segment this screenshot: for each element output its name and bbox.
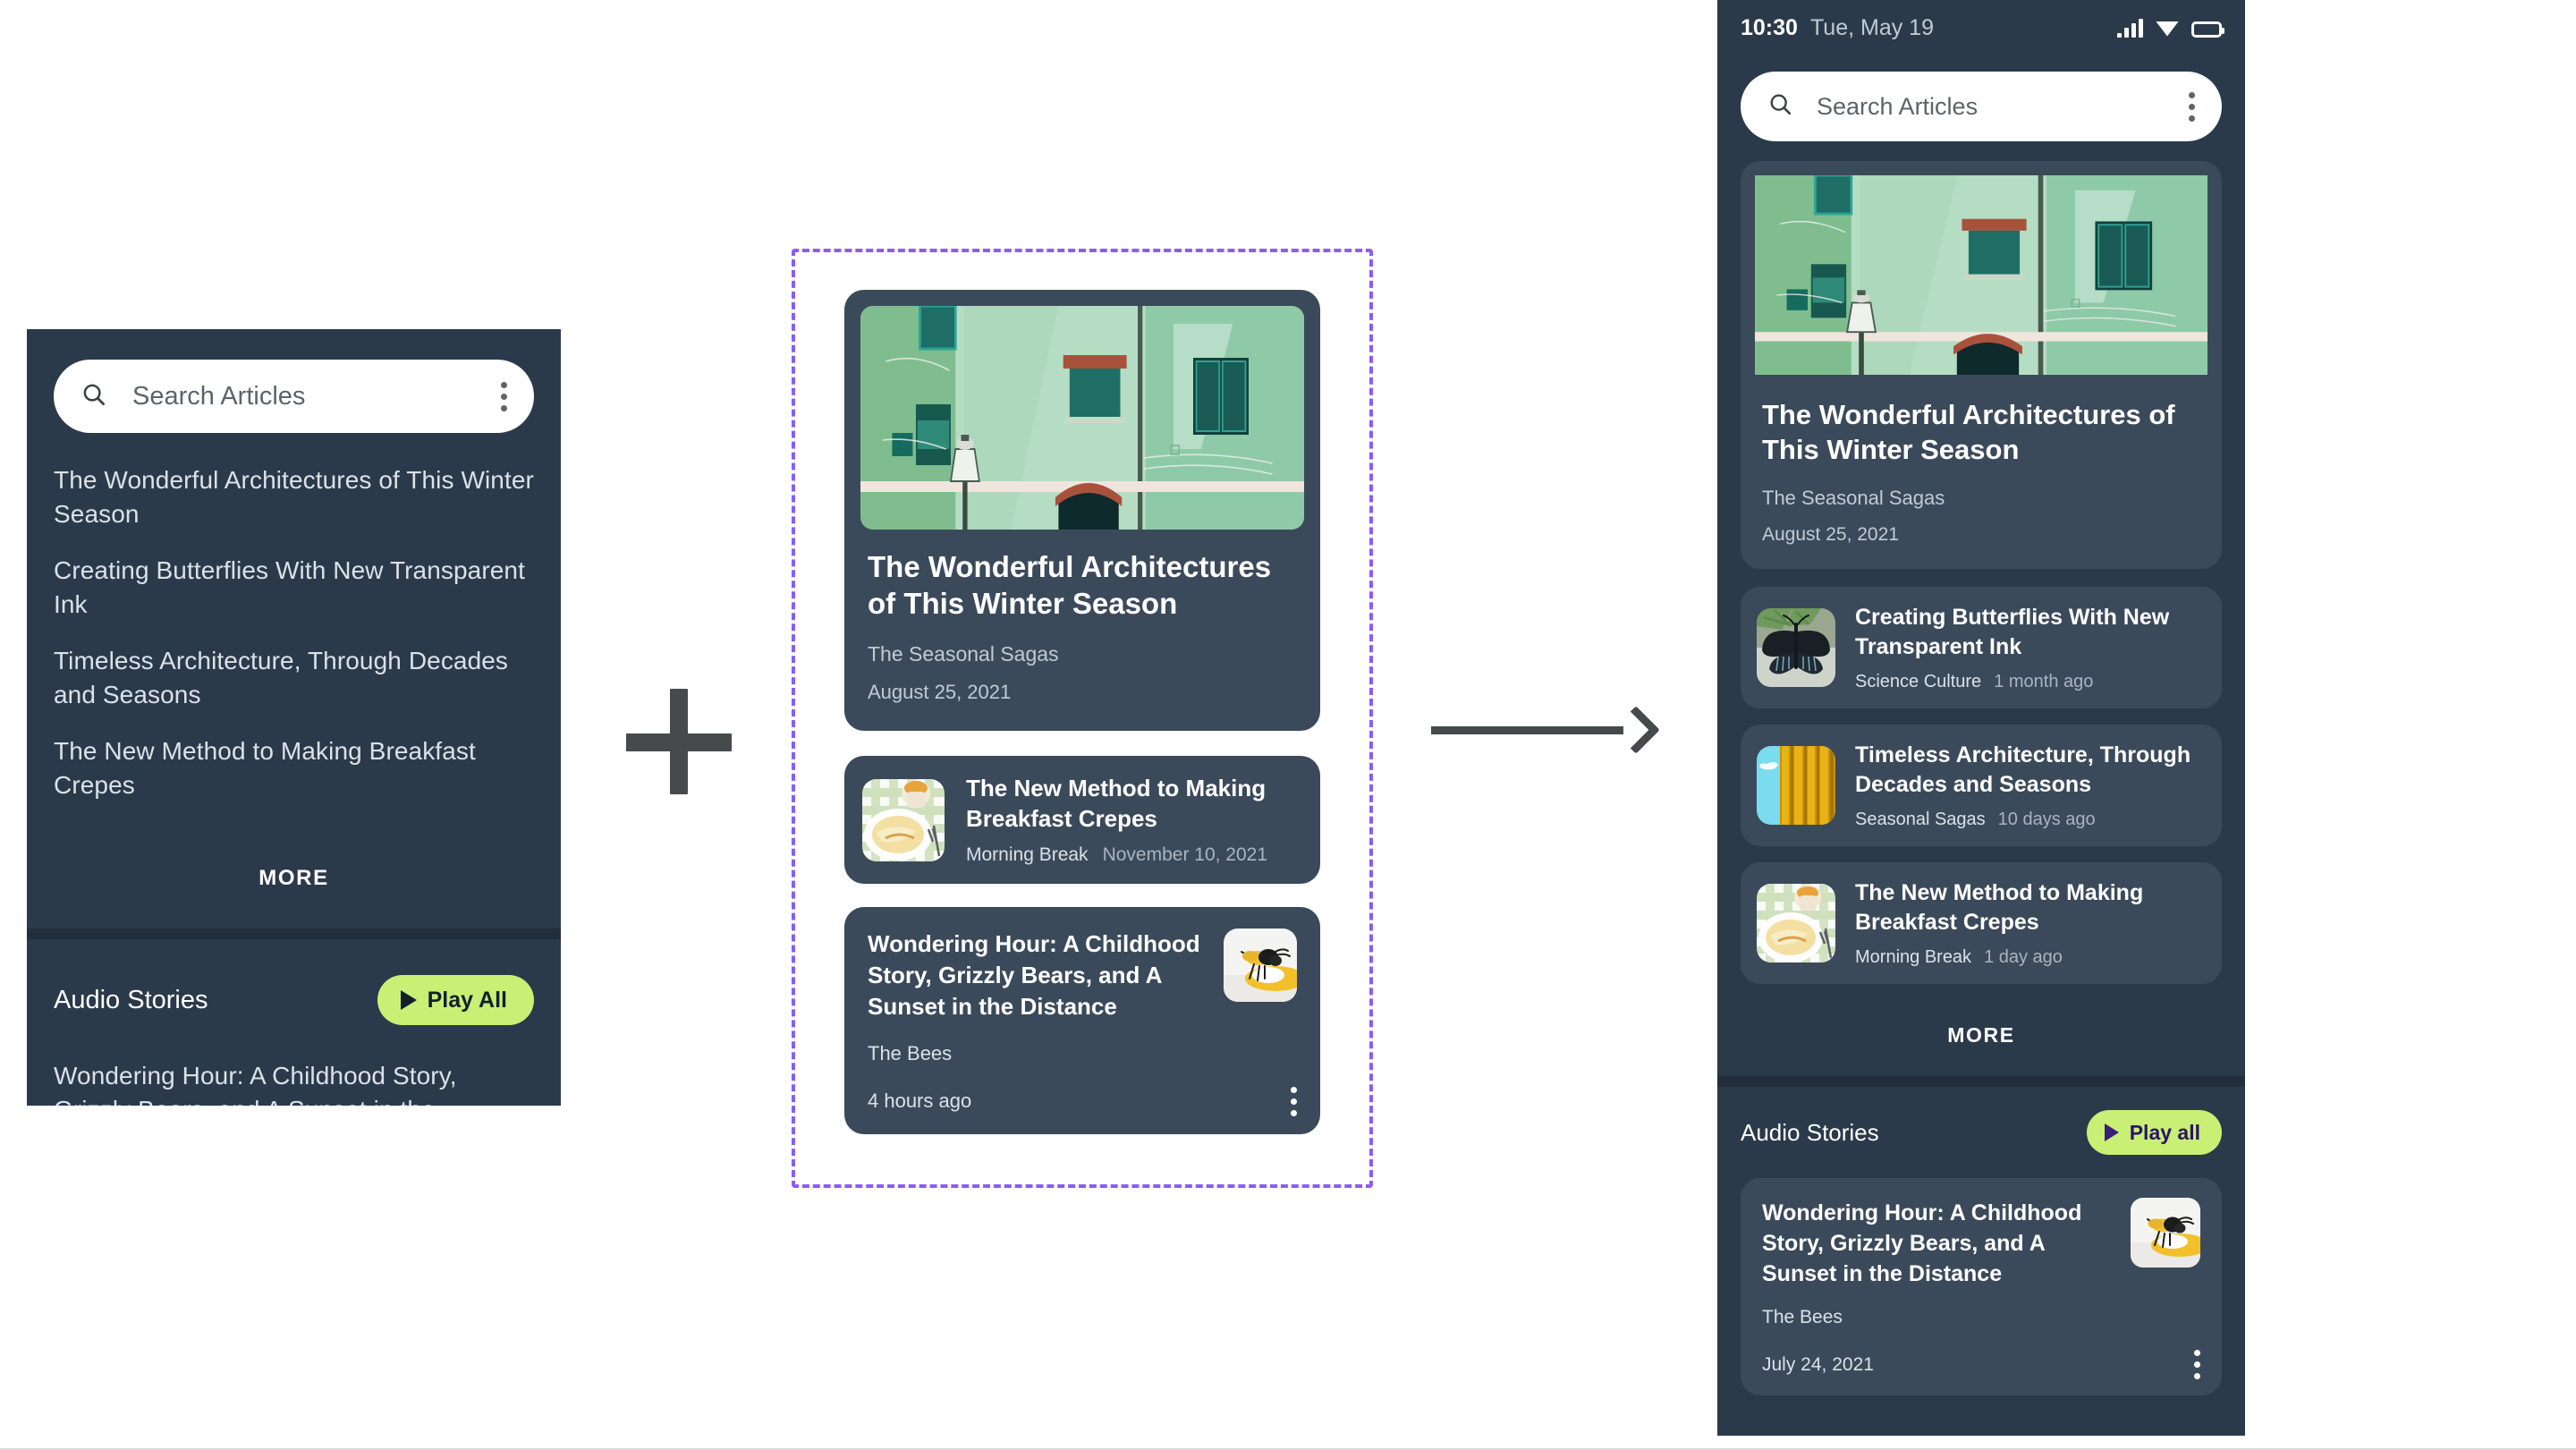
article-date: November 10, 2021 bbox=[1102, 844, 1268, 866]
hero-article-card[interactable]: The Wonderful Architectures of This Wint… bbox=[1741, 161, 2222, 570]
hero-date: August 25, 2021 bbox=[868, 680, 1012, 703]
article-title: The New Method to Making Breakfast Crepe… bbox=[966, 774, 1267, 832]
list-item[interactable]: The Wonderful Architectures of This Wint… bbox=[54, 463, 534, 530]
status-bar: 10:30 Tue, May 19 bbox=[1717, 0, 2245, 55]
search-bar[interactable]: Search Articles bbox=[1741, 72, 2222, 141]
more-button[interactable]: MORE bbox=[27, 843, 561, 929]
golden-columns-photo bbox=[1757, 746, 1835, 826]
list-item-date: 1 day ago bbox=[1984, 947, 2063, 968]
audio-date: July 24, 2021 bbox=[1762, 1353, 1874, 1375]
green-building-facade-photo bbox=[1755, 174, 2207, 378]
list-item-date: 10 days ago bbox=[1997, 810, 2096, 830]
audio-stories-title: Audio Stories bbox=[1741, 1118, 1879, 1146]
audio-stories-section: Audio Stories Play all Wondering Hour: A… bbox=[1717, 1087, 2245, 1396]
section-divider bbox=[27, 929, 561, 940]
wasp-photo bbox=[2131, 1198, 2200, 1268]
comparison-diagram: Search Articles The Wonderful Architectu… bbox=[0, 0, 2576, 1450]
list-item-date: 1 month ago bbox=[1994, 672, 2094, 692]
left-compact-panel: Search Articles The Wonderful Architectu… bbox=[27, 329, 561, 1106]
hero-title: The Wonderful Architectures of This Wint… bbox=[868, 550, 1272, 620]
phone-mockup: 10:30 Tue, May 19 Search Articles The Wo… bbox=[1717, 0, 2245, 1436]
search-input-placeholder[interactable]: Search Articles bbox=[1817, 93, 2189, 121]
list-item[interactable]: Timeless Architecture, Through Decades a… bbox=[54, 644, 534, 711]
audio-title: Wondering Hour: A Childhood Story, Grizz… bbox=[1762, 1200, 2082, 1287]
search-input-placeholder[interactable]: Search Articles bbox=[132, 382, 501, 411]
cellular-signal-icon bbox=[2117, 18, 2143, 38]
wasp-photo bbox=[1224, 929, 1297, 1003]
audio-story-card[interactable]: Wondering Hour: A Childhood Story, Grizz… bbox=[1741, 1178, 2222, 1396]
play-triangle-icon bbox=[2104, 1124, 2119, 1142]
hero-title: The Wonderful Architectures of This Wint… bbox=[1762, 399, 2175, 466]
hero-source: The Seasonal Sagas bbox=[868, 641, 1059, 666]
hero-date: August 25, 2021 bbox=[1762, 524, 1899, 546]
more-button[interactable]: MORE bbox=[1741, 1000, 2222, 1076]
arrow-right-icon bbox=[1431, 706, 1660, 754]
status-time: 10:30 bbox=[1741, 14, 1798, 40]
crepes-breakfast-photo bbox=[1757, 884, 1835, 963]
plus-icon bbox=[626, 689, 732, 794]
kebab-menu-icon[interactable] bbox=[2194, 1350, 2200, 1380]
status-date: Tue, May 19 bbox=[1809, 14, 1934, 40]
audio-story-card[interactable]: Wondering Hour: A Childhood Story, Grizz… bbox=[844, 907, 1320, 1134]
kebab-menu-icon[interactable] bbox=[2189, 91, 2195, 122]
play-all-label: Play All bbox=[427, 987, 507, 1013]
middle-components-panel: The Wonderful Architectures of This Wint… bbox=[792, 249, 1373, 1188]
search-bar[interactable]: Search Articles bbox=[54, 360, 534, 433]
search-icon bbox=[1767, 91, 1793, 122]
audio-stories-title: Audio Stories bbox=[54, 985, 208, 1014]
left-audio-section: Audio Stories Play All Wondering Hour: A… bbox=[27, 939, 561, 1106]
kebab-menu-icon[interactable] bbox=[1291, 1086, 1297, 1116]
audio-source: The Bees bbox=[868, 1041, 953, 1064]
list-item[interactable]: Timeless Architecture, Through Decades a… bbox=[1741, 725, 2222, 847]
search-icon bbox=[80, 381, 107, 412]
play-all-button[interactable]: Play All bbox=[377, 975, 534, 1026]
play-all-button[interactable]: Play all bbox=[2086, 1110, 2222, 1156]
battery-icon bbox=[2191, 21, 2224, 38]
kebab-menu-icon[interactable] bbox=[501, 381, 507, 411]
audio-source: The Bees bbox=[1762, 1307, 1843, 1328]
left-articles-section: Search Articles The Wonderful Architectu… bbox=[27, 329, 561, 843]
crepes-breakfast-photo bbox=[862, 778, 945, 861]
list-item[interactable]: The New Method to Making Breakfast Crepe… bbox=[54, 734, 534, 801]
hero-source: The Seasonal Sagas bbox=[1762, 487, 1945, 510]
list-item[interactable]: The New Method to Making Breakfast Crepe… bbox=[1741, 862, 2222, 985]
audio-stories-header: Audio Stories Play all bbox=[1741, 1110, 2222, 1156]
play-all-label: Play all bbox=[2129, 1120, 2200, 1144]
list-item-source: Morning Break bbox=[1855, 947, 1972, 968]
article-card[interactable]: The New Method to Making Breakfast Crepe… bbox=[844, 755, 1320, 885]
section-divider bbox=[1717, 1076, 2245, 1088]
list-item-title: The New Method to Making Breakfast Crepe… bbox=[1855, 880, 2144, 935]
list-item-source: Seasonal Sagas bbox=[1855, 810, 1986, 830]
butterfly-photo bbox=[1757, 608, 1835, 688]
list-item[interactable]: Creating Butterflies With New Transparen… bbox=[54, 554, 534, 621]
play-triangle-icon bbox=[400, 990, 417, 1011]
list-item[interactable]: Wondering Hour: A Childhood Story, Grizz… bbox=[54, 1059, 534, 1106]
article-source: Morning Break bbox=[966, 844, 1089, 866]
audio-stories-header: Audio Stories Play All bbox=[54, 975, 534, 1026]
audio-date: 4 hours ago bbox=[868, 1090, 972, 1113]
list-item-title: Timeless Architecture, Through Decades a… bbox=[1855, 742, 2191, 797]
hero-article-card[interactable]: The Wonderful Architectures of This Wint… bbox=[844, 290, 1320, 731]
list-item-title: Creating Butterflies With New Transparen… bbox=[1855, 605, 2170, 659]
wifi-icon bbox=[2156, 20, 2179, 38]
list-item[interactable]: Creating Butterflies With New Transparen… bbox=[1741, 587, 2222, 709]
audio-title: Wondering Hour: A Childhood Story, Grizz… bbox=[868, 930, 1200, 1021]
article-feed: The Wonderful Architectures of This Wint… bbox=[1717, 161, 2245, 1076]
list-item-source: Science Culture bbox=[1855, 672, 1982, 692]
green-building-facade-photo bbox=[860, 306, 1304, 530]
